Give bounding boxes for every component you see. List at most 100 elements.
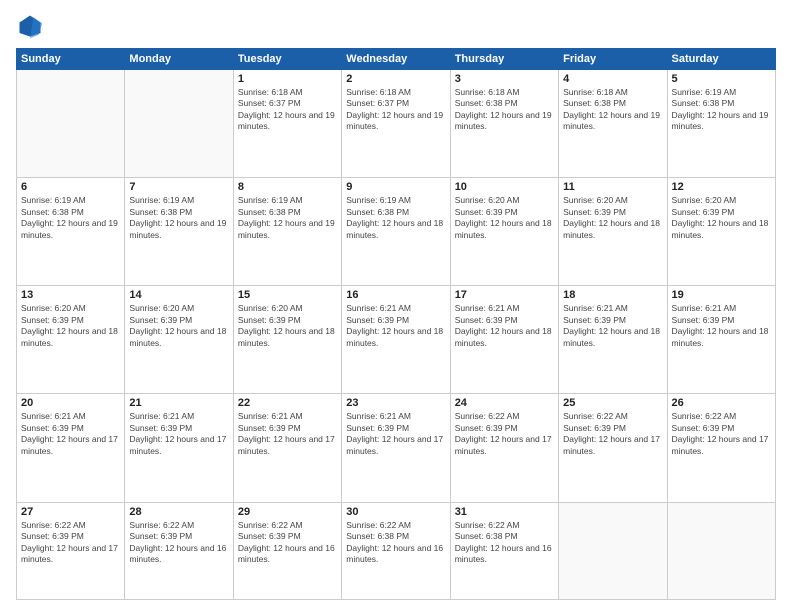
weekday-header-monday: Monday xyxy=(125,49,233,70)
weekday-header-friday: Friday xyxy=(559,49,667,70)
day-info: Sunrise: 6:21 AM Sunset: 6:39 PM Dayligh… xyxy=(346,303,445,349)
day-info: Sunrise: 6:19 AM Sunset: 6:38 PM Dayligh… xyxy=(129,195,228,241)
day-info: Sunrise: 6:21 AM Sunset: 6:39 PM Dayligh… xyxy=(129,411,228,457)
day-info: Sunrise: 6:20 AM Sunset: 6:39 PM Dayligh… xyxy=(672,195,771,241)
day-number: 20 xyxy=(21,397,120,409)
day-info: Sunrise: 6:21 AM Sunset: 6:39 PM Dayligh… xyxy=(238,411,337,457)
weekday-header-thursday: Thursday xyxy=(450,49,558,70)
day-info: Sunrise: 6:20 AM Sunset: 6:39 PM Dayligh… xyxy=(238,303,337,349)
day-info: Sunrise: 6:22 AM Sunset: 6:38 PM Dayligh… xyxy=(455,520,554,566)
calendar-cell: 5 Sunrise: 6:19 AM Sunset: 6:38 PM Daylig… xyxy=(667,70,775,178)
day-number: 3 xyxy=(455,73,554,85)
day-number: 11 xyxy=(563,181,662,193)
calendar-cell xyxy=(667,502,775,599)
calendar-cell: 12 Sunrise: 6:20 AM Sunset: 6:39 PM Dayli… xyxy=(667,178,775,286)
calendar-cell: 10Sunrise: 6:20 AM Sunset: 6:39 PM Dayli… xyxy=(450,178,558,286)
day-number: 9 xyxy=(346,181,445,193)
header xyxy=(16,12,776,40)
day-info: Sunrise: 6:20 AM Sunset: 6:39 PM Dayligh… xyxy=(455,195,554,241)
day-number: 18 xyxy=(563,289,662,301)
weekday-header-saturday: Saturday xyxy=(667,49,775,70)
day-number: 17 xyxy=(455,289,554,301)
calendar-cell: 3 Sunrise: 6:18 AM Sunset: 6:38 PM Daylig… xyxy=(450,70,558,178)
logo xyxy=(16,12,48,40)
day-number: 29 xyxy=(238,506,337,518)
weekday-header-tuesday: Tuesday xyxy=(233,49,341,70)
page: SundayMondayTuesdayWednesdayThursdayFrid… xyxy=(0,0,792,612)
day-info: Sunrise: 6:22 AM Sunset: 6:39 PM Dayligh… xyxy=(455,411,554,457)
day-info: Sunrise: 6:22 AM Sunset: 6:38 PM Dayligh… xyxy=(346,520,445,566)
day-number: 12 xyxy=(672,181,771,193)
day-info: Sunrise: 6:18 AM Sunset: 6:38 PM Dayligh… xyxy=(455,87,554,133)
calendar-cell: 20 Sunrise: 6:21 AM Sunset: 6:39 PM Dayli… xyxy=(17,394,125,502)
calendar-cell: 28 Sunrise: 6:22 AM Sunset: 6:39 PM Dayli… xyxy=(125,502,233,599)
calendar-cell: 31 Sunrise: 6:22 AM Sunset: 6:38 PM Dayli… xyxy=(450,502,558,599)
calendar-cell: 24Sunrise: 6:22 AM Sunset: 6:39 PM Dayli… xyxy=(450,394,558,502)
calendar-cell xyxy=(559,502,667,599)
calendar-table: SundayMondayTuesdayWednesdayThursdayFrid… xyxy=(16,48,776,600)
day-info: Sunrise: 6:19 AM Sunset: 6:38 PM Dayligh… xyxy=(21,195,120,241)
calendar-cell: 25Sunrise: 6:22 AM Sunset: 6:39 PM Dayli… xyxy=(559,394,667,502)
calendar-cell: 22 Sunrise: 6:21 AM Sunset: 6:39 PM Dayli… xyxy=(233,394,341,502)
day-info: Sunrise: 6:22 AM Sunset: 6:39 PM Dayligh… xyxy=(238,520,337,566)
day-number: 19 xyxy=(672,289,771,301)
day-number: 26 xyxy=(672,397,771,409)
calendar-cell: 23 Sunrise: 6:21 AM Sunset: 6:39 PM Dayli… xyxy=(342,394,450,502)
day-number: 30 xyxy=(346,506,445,518)
day-number: 22 xyxy=(238,397,337,409)
day-number: 21 xyxy=(129,397,228,409)
day-info: Sunrise: 6:20 AM Sunset: 6:39 PM Dayligh… xyxy=(563,195,662,241)
day-number: 25 xyxy=(563,397,662,409)
day-info: Sunrise: 6:21 AM Sunset: 6:39 PM Dayligh… xyxy=(455,303,554,349)
weekday-header-row: SundayMondayTuesdayWednesdayThursdayFrid… xyxy=(17,49,776,70)
day-info: Sunrise: 6:21 AM Sunset: 6:39 PM Dayligh… xyxy=(21,411,120,457)
day-info: Sunrise: 6:18 AM Sunset: 6:37 PM Dayligh… xyxy=(346,87,445,133)
week-row-0: 1 Sunrise: 6:18 AM Sunset: 6:37 PM Daylig… xyxy=(17,70,776,178)
week-row-1: 6 Sunrise: 6:19 AM Sunset: 6:38 PM Daylig… xyxy=(17,178,776,286)
calendar-cell xyxy=(17,70,125,178)
calendar-cell: 7Sunrise: 6:19 AM Sunset: 6:38 PM Daylig… xyxy=(125,178,233,286)
calendar-cell: 14 Sunrise: 6:20 AM Sunset: 6:39 PM Dayli… xyxy=(125,286,233,394)
day-number: 28 xyxy=(129,506,228,518)
day-info: Sunrise: 6:22 AM Sunset: 6:39 PM Dayligh… xyxy=(21,520,120,566)
day-number: 13 xyxy=(21,289,120,301)
day-number: 4 xyxy=(563,73,662,85)
day-info: Sunrise: 6:20 AM Sunset: 6:39 PM Dayligh… xyxy=(129,303,228,349)
day-number: 31 xyxy=(455,506,554,518)
calendar-cell: 4 Sunrise: 6:18 AM Sunset: 6:38 PM Daylig… xyxy=(559,70,667,178)
day-number: 14 xyxy=(129,289,228,301)
day-number: 23 xyxy=(346,397,445,409)
calendar-cell xyxy=(125,70,233,178)
day-info: Sunrise: 6:18 AM Sunset: 6:38 PM Dayligh… xyxy=(563,87,662,133)
calendar-cell: 8Sunrise: 6:19 AM Sunset: 6:38 PM Daylig… xyxy=(233,178,341,286)
calendar-cell: 27 Sunrise: 6:22 AM Sunset: 6:39 PM Dayli… xyxy=(17,502,125,599)
day-info: Sunrise: 6:19 AM Sunset: 6:38 PM Dayligh… xyxy=(346,195,445,241)
day-number: 5 xyxy=(672,73,771,85)
day-info: Sunrise: 6:22 AM Sunset: 6:39 PM Dayligh… xyxy=(129,520,228,566)
day-number: 15 xyxy=(238,289,337,301)
day-info: Sunrise: 6:21 AM Sunset: 6:39 PM Dayligh… xyxy=(672,303,771,349)
calendar-cell: 1 Sunrise: 6:18 AM Sunset: 6:37 PM Daylig… xyxy=(233,70,341,178)
week-row-2: 13 Sunrise: 6:20 AM Sunset: 6:39 PM Dayli… xyxy=(17,286,776,394)
calendar-cell: 19 Sunrise: 6:21 AM Sunset: 6:39 PM Dayli… xyxy=(667,286,775,394)
weekday-header-sunday: Sunday xyxy=(17,49,125,70)
weekday-header-wednesday: Wednesday xyxy=(342,49,450,70)
calendar-cell: 16Sunrise: 6:21 AM Sunset: 6:39 PM Dayli… xyxy=(342,286,450,394)
calendar-cell: 13Sunrise: 6:20 AM Sunset: 6:39 PM Dayli… xyxy=(17,286,125,394)
calendar-cell: 6 Sunrise: 6:19 AM Sunset: 6:38 PM Daylig… xyxy=(17,178,125,286)
day-number: 6 xyxy=(21,181,120,193)
calendar-cell: 2Sunrise: 6:18 AM Sunset: 6:37 PM Daylig… xyxy=(342,70,450,178)
day-number: 1 xyxy=(238,73,337,85)
day-info: Sunrise: 6:21 AM Sunset: 6:39 PM Dayligh… xyxy=(563,303,662,349)
calendar-cell: 15 Sunrise: 6:20 AM Sunset: 6:39 PM Dayli… xyxy=(233,286,341,394)
calendar-cell: 21 Sunrise: 6:21 AM Sunset: 6:39 PM Dayli… xyxy=(125,394,233,502)
day-info: Sunrise: 6:22 AM Sunset: 6:39 PM Dayligh… xyxy=(672,411,771,457)
day-number: 27 xyxy=(21,506,120,518)
calendar-cell: 26 Sunrise: 6:22 AM Sunset: 6:39 PM Dayli… xyxy=(667,394,775,502)
calendar-cell: 17 Sunrise: 6:21 AM Sunset: 6:39 PM Dayli… xyxy=(450,286,558,394)
day-info: Sunrise: 6:18 AM Sunset: 6:37 PM Dayligh… xyxy=(238,87,337,133)
day-info: Sunrise: 6:21 AM Sunset: 6:39 PM Dayligh… xyxy=(346,411,445,457)
calendar-cell: 11 Sunrise: 6:20 AM Sunset: 6:39 PM Dayli… xyxy=(559,178,667,286)
day-info: Sunrise: 6:19 AM Sunset: 6:38 PM Dayligh… xyxy=(672,87,771,133)
logo-icon xyxy=(16,12,44,40)
